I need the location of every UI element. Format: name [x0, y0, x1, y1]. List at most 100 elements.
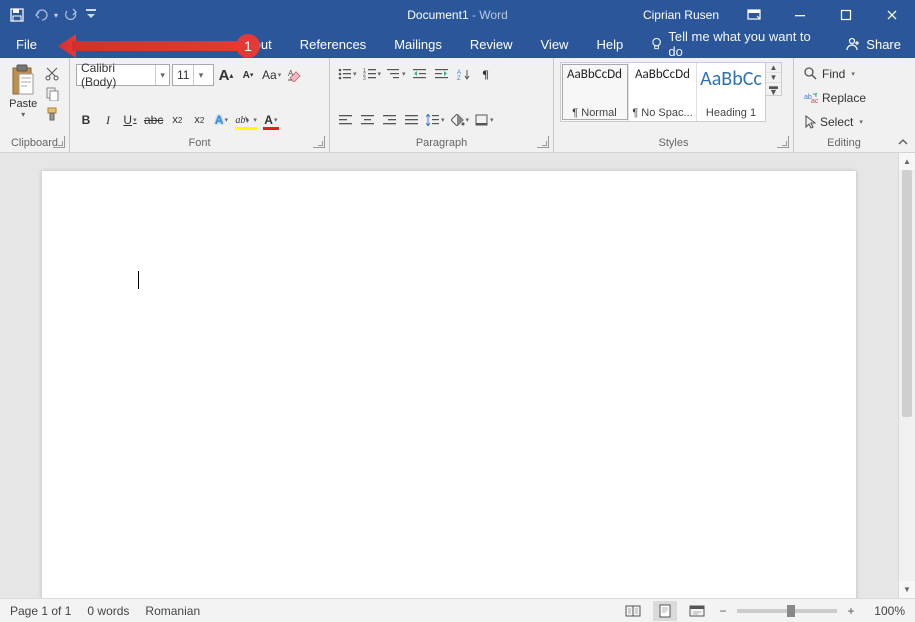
svg-text:3: 3 [363, 76, 366, 80]
numbering-button[interactable]: 123▾ [361, 64, 384, 84]
tab-help[interactable]: Help [582, 30, 637, 58]
read-mode-button[interactable] [621, 601, 645, 621]
sort-button[interactable]: AZ [454, 64, 474, 84]
find-button[interactable]: Find▾ [804, 64, 884, 84]
minimize-button[interactable] [777, 0, 823, 30]
gallery-expand[interactable]: ▬▼ [766, 83, 781, 95]
page-indicator[interactable]: Page 1 of 1 [10, 604, 71, 618]
document-page[interactable] [42, 171, 856, 598]
replace-button[interactable]: abac Replace [804, 88, 884, 108]
italic-button[interactable]: I [98, 110, 118, 130]
group-paragraph: ▾ 123▾ ▾ AZ ¶ ▾ ▾ ▾ Paragraph [330, 58, 554, 152]
align-left-button[interactable] [336, 110, 356, 130]
clipboard-launcher[interactable] [53, 136, 65, 148]
clear-formatting-button[interactable]: A [285, 65, 305, 85]
gallery-scroll-up[interactable]: ▲ [766, 63, 781, 73]
text-effects-button[interactable]: A▾ [211, 110, 231, 130]
line-spacing-button[interactable]: ▾ [424, 110, 447, 130]
font-launcher[interactable] [313, 136, 325, 148]
scroll-track[interactable] [899, 170, 915, 581]
collapse-ribbon-button[interactable] [895, 134, 911, 150]
change-case-button[interactable]: Aa▾ [260, 65, 283, 85]
style-card[interactable]: AaBbCcDd¶ No Spac... [629, 63, 697, 121]
maximize-button[interactable] [823, 0, 869, 30]
share-button[interactable]: Share [832, 37, 915, 52]
tab-references[interactable]: References [286, 30, 380, 58]
zoom-value[interactable]: 100% [865, 604, 905, 618]
svg-text:ac: ac [811, 98, 818, 104]
highlight-button[interactable]: ab ▾ [233, 110, 259, 130]
align-right-button[interactable] [380, 110, 400, 130]
copy-button[interactable] [42, 86, 62, 102]
language-indicator[interactable]: Romanian [145, 604, 200, 618]
title-bar: ▾ Document1 - Word Ciprian Rusen [0, 0, 915, 30]
format-painter-button[interactable] [42, 106, 62, 122]
styles-launcher[interactable] [777, 136, 789, 148]
chevron-down-icon: ▾ [193, 65, 207, 85]
ribbon-display-options-button[interactable] [731, 0, 777, 30]
paste-label: Paste [9, 98, 37, 110]
style-preview: AaBbCc [700, 67, 762, 91]
show-marks-button[interactable]: ¶ [476, 64, 496, 84]
subscript-button[interactable]: x2 [167, 110, 187, 130]
brush-icon [45, 107, 59, 121]
zoom-out-button[interactable]: − [717, 604, 729, 618]
undo-button[interactable] [30, 4, 52, 26]
paste-button[interactable]: Paste ▾ [6, 62, 40, 134]
bold-button[interactable]: B [76, 110, 96, 130]
word-count[interactable]: 0 words [87, 604, 129, 618]
scroll-down-button[interactable]: ▼ [899, 581, 915, 598]
justify-button[interactable] [402, 110, 422, 130]
style-preview: AaBbCcDd [635, 67, 690, 82]
tab-file[interactable]: File [0, 30, 53, 58]
align-center-button[interactable] [358, 110, 378, 130]
underline-button[interactable]: U▾ [120, 110, 140, 130]
text-cursor [138, 271, 139, 289]
grow-font-button[interactable]: A▴ [216, 65, 236, 85]
font-color-button[interactable]: A ▾ [261, 110, 281, 130]
bullets-button[interactable]: ▾ [336, 64, 359, 84]
close-button[interactable] [869, 0, 915, 30]
group-label-clipboard: Clipboard [6, 134, 63, 152]
print-layout-button[interactable] [653, 601, 677, 621]
tab-layout-obscured[interactable]: ayout [226, 30, 286, 58]
font-name-combo[interactable]: Calibri (Body)▾ [76, 64, 170, 86]
vertical-scrollbar: ▲ ▼ [898, 153, 915, 598]
tab-review[interactable]: Review [456, 30, 527, 58]
tab-view[interactable]: View [527, 30, 583, 58]
tell-me-search[interactable]: Tell me what you want to do [637, 29, 832, 59]
scroll-thumb[interactable] [902, 170, 912, 417]
font-name-value: Calibri (Body) [77, 61, 155, 89]
style-name-label: Heading 1 [706, 107, 756, 119]
document-area: ▲ ▼ [0, 153, 915, 598]
quick-access-toolbar: ▾ [0, 4, 98, 26]
multilevel-list-button[interactable]: ▾ [385, 64, 408, 84]
strikethrough-button[interactable]: abc [142, 110, 165, 130]
zoom-in-button[interactable]: + [845, 604, 857, 618]
qat-customize-button[interactable] [84, 4, 98, 26]
shrink-font-button[interactable]: A▾ [238, 65, 258, 85]
save-button[interactable] [6, 4, 28, 26]
font-size-combo[interactable]: 11▾ [172, 64, 214, 86]
cut-button[interactable] [42, 66, 62, 82]
style-card[interactable]: AaBbCcDd¶ Normal [561, 63, 629, 121]
undo-dropdown-icon[interactable]: ▾ [54, 11, 58, 20]
tab-mailings[interactable]: Mailings [380, 30, 456, 58]
web-layout-button[interactable] [685, 601, 709, 621]
borders-button[interactable]: ▾ [473, 110, 496, 130]
shading-button[interactable]: ▾ [449, 110, 472, 130]
styles-gallery-scroll: ▲ ▼ ▬▼ [766, 62, 782, 96]
font-size-value: 11 [173, 68, 193, 82]
redo-button[interactable] [60, 4, 82, 26]
user-name[interactable]: Ciprian Rusen [643, 8, 719, 22]
decrease-indent-button[interactable] [410, 64, 430, 84]
paragraph-launcher[interactable] [537, 136, 549, 148]
zoom-slider-thumb[interactable] [787, 605, 795, 617]
select-button[interactable]: Select▾ [804, 112, 884, 132]
scroll-up-button[interactable]: ▲ [899, 153, 915, 170]
style-card[interactable]: AaBbCc Heading 1 [697, 63, 765, 121]
increase-indent-button[interactable] [432, 64, 452, 84]
superscript-button[interactable]: x2 [189, 110, 209, 130]
zoom-slider[interactable] [737, 609, 837, 613]
group-clipboard: Paste ▾ Clipboard [0, 58, 70, 152]
